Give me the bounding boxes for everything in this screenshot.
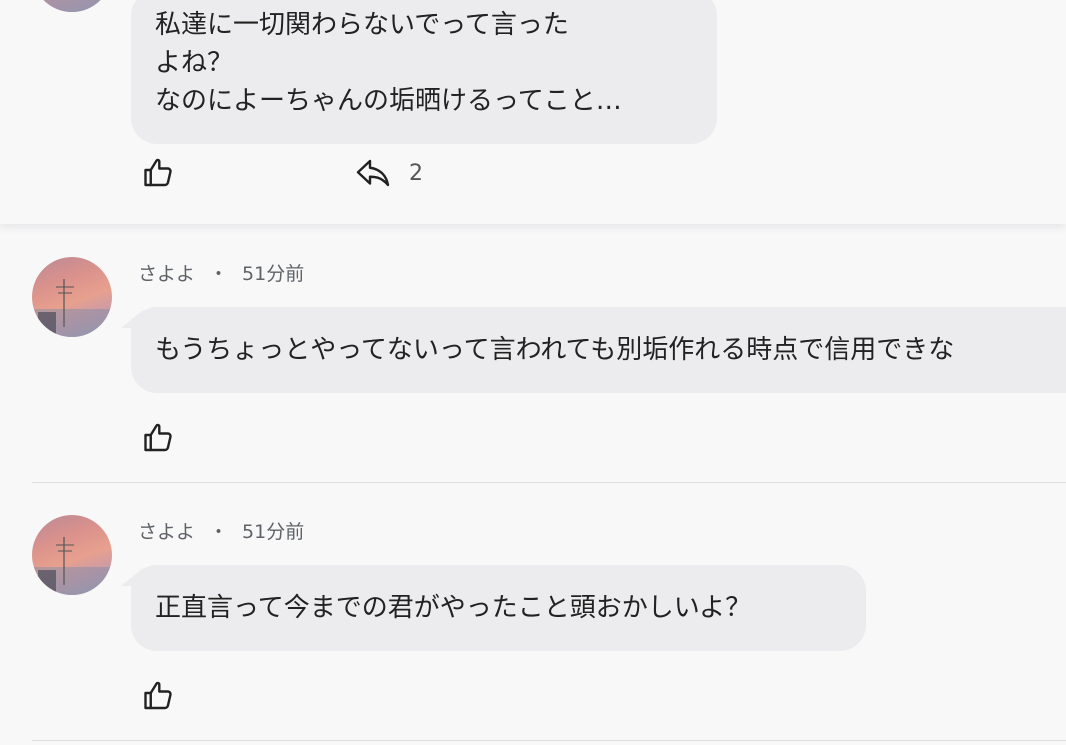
avatar[interactable]: [32, 515, 112, 595]
timestamp: 51分前: [242, 521, 305, 543]
avatar[interactable]: [32, 0, 112, 12]
thumbs-up-icon: [144, 423, 172, 452]
comment-text-line: 私達に一切関わらないでって言った: [155, 10, 569, 40]
meta-separator: ・: [209, 521, 229, 543]
comment-text: もうちょっとやってないって言われても別垢作れる時点で信用できな: [155, 335, 955, 365]
author-name[interactable]: さよよ: [138, 263, 195, 285]
top-comment-card: 私達に一切関わらないでって言った よね？ なのによーちゃんの垢晒けるってこと… …: [0, 0, 1066, 224]
avatar-image: [32, 279, 112, 337]
comment-meta: さよよ・ 51分前: [138, 517, 304, 544]
comment-text-line: よね？: [155, 48, 234, 78]
author-name[interactable]: さよよ: [138, 521, 195, 543]
comment-bubble: 私達に一切関わらないでって言った よね？ なのによーちゃんの垢晒けるってこと…: [131, 0, 717, 144]
thumbs-up-icon: [144, 158, 172, 187]
thumbs-up-icon: [144, 681, 172, 710]
comment-bubble: 正直言って今までの君がやったこと頭おかしいよ？: [131, 565, 866, 651]
like-button[interactable]: [141, 420, 177, 456]
avatar[interactable]: [32, 257, 112, 337]
divider: [32, 482, 1066, 483]
divider: [32, 740, 1066, 741]
avatar-image: [32, 0, 112, 12]
like-button[interactable]: [141, 678, 177, 714]
comment-meta: さよよ・ 51分前: [138, 259, 304, 286]
avatar-image: [32, 537, 112, 595]
like-button[interactable]: [141, 155, 177, 191]
comment-text: 正直言って今までの君がやったこと頭おかしいよ？: [155, 593, 752, 623]
reply-button[interactable]: 2: [355, 155, 423, 191]
reply-count: 2: [409, 160, 423, 186]
comment-bubble: もうちょっとやってないって言われても別垢作れる時点で信用できな: [131, 307, 1066, 393]
timestamp: 51分前: [242, 263, 305, 285]
meta-separator: ・: [209, 263, 229, 285]
reply-icon: [356, 159, 390, 187]
comment-text-line: なのによーちゃんの垢晒けるってこと…: [155, 86, 622, 116]
